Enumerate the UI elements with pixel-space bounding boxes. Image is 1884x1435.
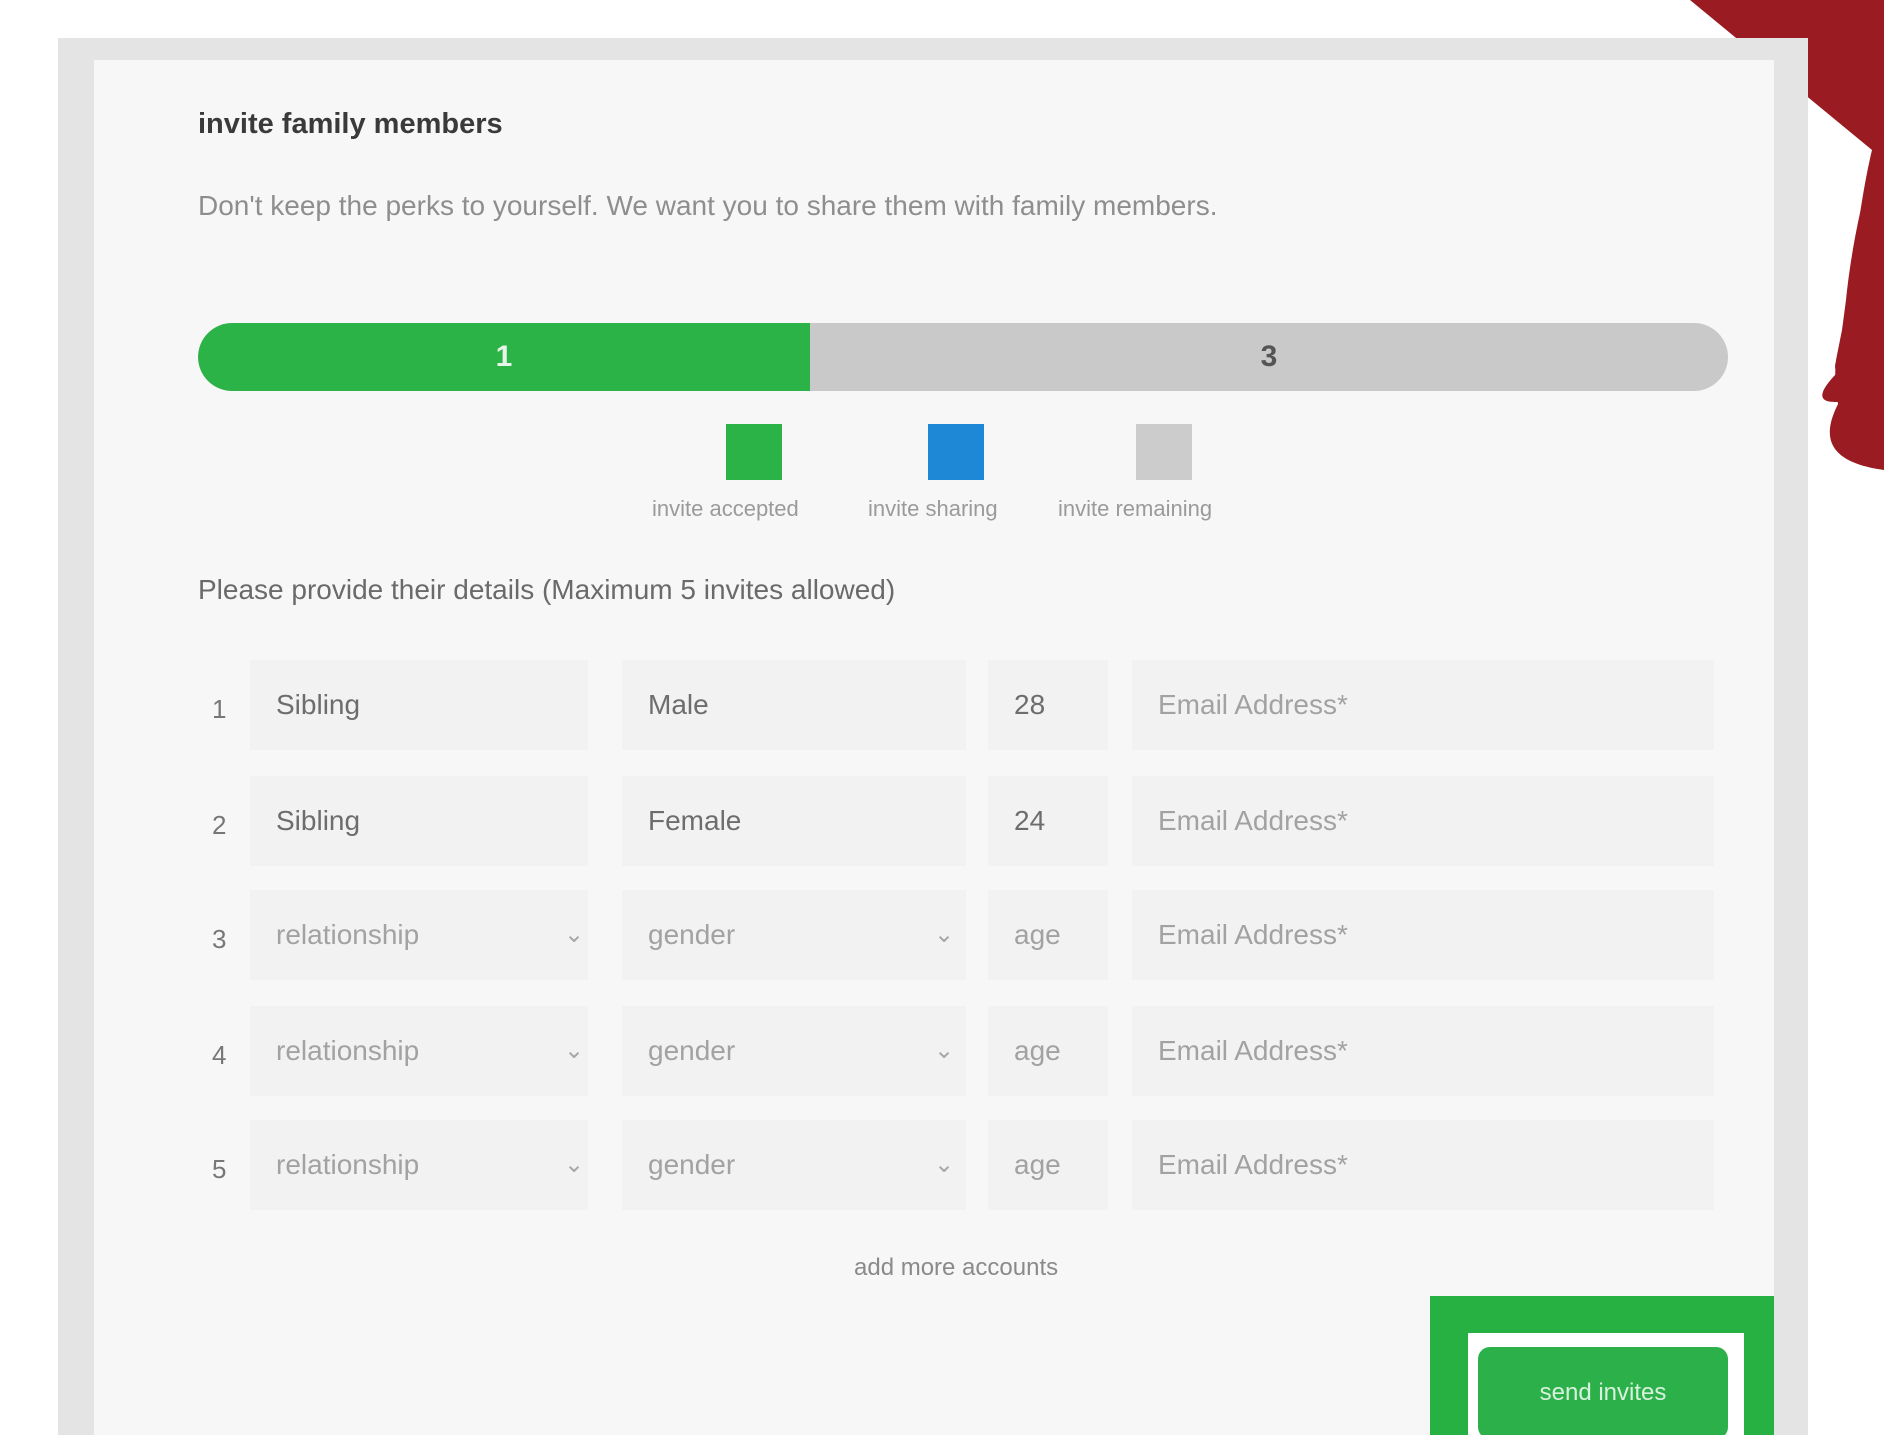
relationship-select[interactable]: Sibling (250, 660, 588, 750)
page-subtitle: Don't keep the perks to yourself. We wan… (198, 190, 1218, 221)
gender-select[interactable]: Male (622, 660, 966, 750)
row-number: 1 (212, 694, 227, 724)
relationship-select[interactable]: relationship (250, 1120, 588, 1210)
age-input[interactable]: age (988, 1120, 1108, 1210)
gender-select[interactable]: gender (622, 1120, 966, 1210)
gender-select[interactable]: gender (622, 890, 966, 980)
invite-row: 1 Sibling Male 28 Email Address* (198, 660, 1714, 750)
legend-swatch-accepted (726, 424, 782, 480)
email-field[interactable]: Email Address* (1132, 1006, 1714, 1096)
add-more-accounts-link[interactable]: add more accounts (854, 1254, 1058, 1282)
chevron-down-icon[interactable]: ⌄ (564, 1120, 584, 1210)
accepted-count: 1 (495, 340, 513, 373)
row-number: 3 (212, 924, 227, 954)
chevron-down-icon[interactable]: ⌄ (564, 1006, 584, 1096)
legend-swatch-remaining (1136, 424, 1192, 480)
row-number: 2 (212, 810, 227, 840)
chevron-down-icon[interactable]: ⌄ (934, 890, 954, 980)
invite-row: 3 relationship ⌄ gender ⌄ age Email Addr… (198, 890, 1714, 980)
age-input[interactable]: age (988, 1006, 1108, 1096)
email-field[interactable]: Email Address* (1132, 660, 1714, 750)
instructions-text: Please provide their details (Maximum 5 … (198, 574, 896, 605)
age-input[interactable]: age (988, 890, 1108, 980)
email-field[interactable]: Email Address* (1132, 776, 1714, 866)
email-field[interactable]: Email Address* (1132, 1120, 1714, 1210)
relationship-select[interactable]: relationship (250, 1006, 588, 1096)
legend-swatch-sharing (928, 424, 984, 480)
invite-page: invite family members Don't keep the per… (0, 0, 1884, 1435)
gender-select[interactable]: Female (622, 776, 966, 866)
relationship-select[interactable]: Sibling (250, 776, 588, 866)
relationship-select[interactable]: relationship (250, 890, 588, 980)
remaining-count: 3 (1260, 340, 1278, 373)
legend-label-remaining: invite remaining (1058, 496, 1213, 521)
row-number: 5 (212, 1154, 227, 1184)
row-number: 4 (212, 1040, 227, 1070)
age-input[interactable]: 24 (988, 776, 1108, 866)
email-field[interactable]: Email Address* (1132, 890, 1714, 980)
invite-row: 2 Sibling Female 24 Email Address* (198, 776, 1714, 866)
age-input[interactable]: 28 (988, 660, 1108, 750)
invite-progress-bar: 1 3 (198, 323, 1728, 391)
chevron-down-icon[interactable]: ⌄ (934, 1120, 954, 1210)
page-title: invite family members (198, 108, 503, 140)
legend-label-sharing: invite sharing (868, 496, 998, 521)
gender-select[interactable]: gender (622, 1006, 966, 1096)
chevron-down-icon[interactable]: ⌄ (564, 890, 584, 980)
chevron-down-icon[interactable]: ⌄ (934, 1006, 954, 1096)
legend-label-accepted: invite accepted (652, 496, 799, 521)
invite-row: 4 relationship ⌄ gender ⌄ age Email Addr… (198, 1006, 1714, 1096)
send-invites-button[interactable]: send invites (1478, 1347, 1728, 1435)
invite-row: 5 relationship ⌄ gender ⌄ age Email Addr… (198, 1120, 1714, 1210)
